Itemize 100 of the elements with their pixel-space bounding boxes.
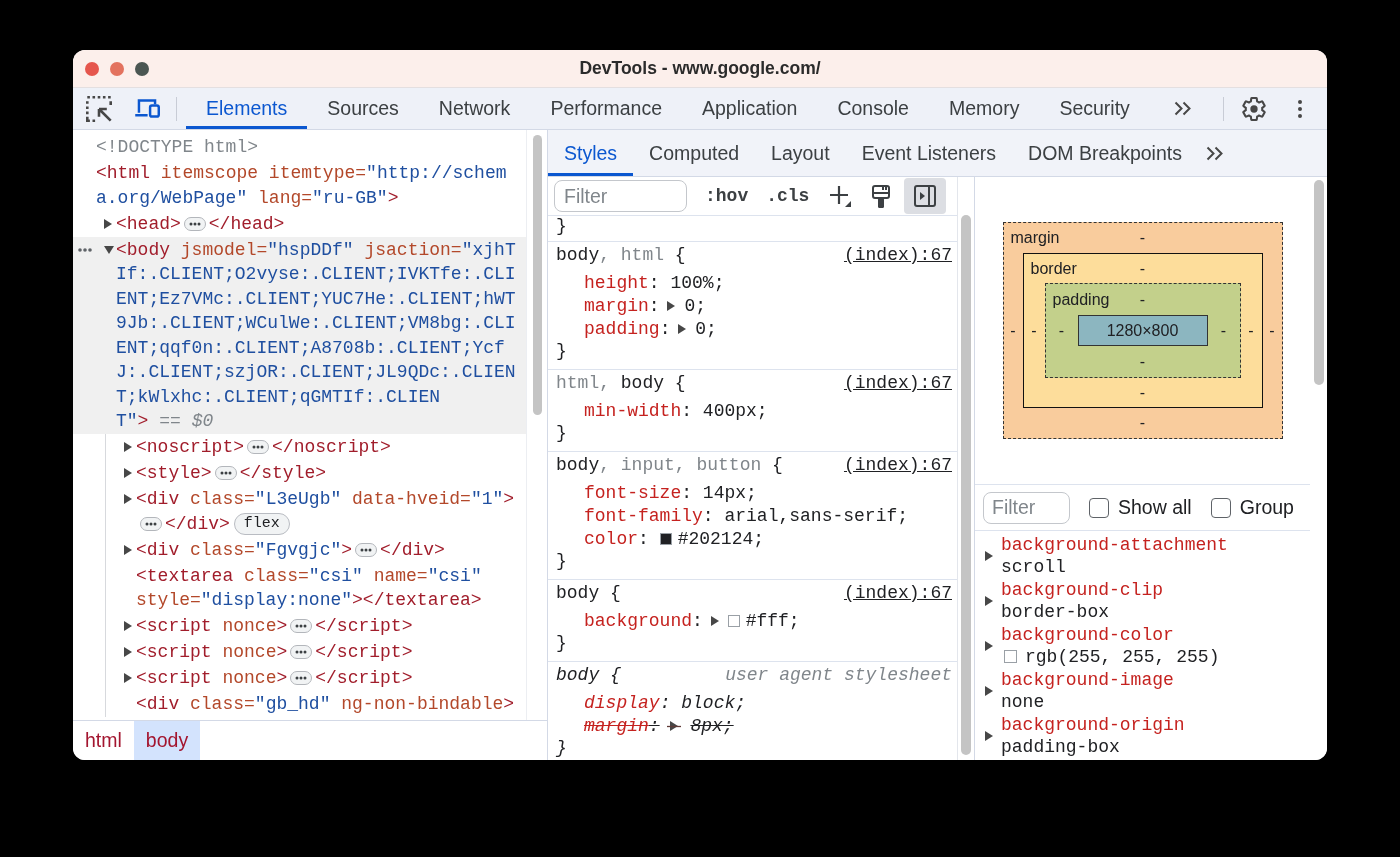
triangle-right-icon[interactable] bbox=[124, 673, 132, 683]
box-value: - bbox=[1031, 321, 1037, 340]
kebab-menu-icon[interactable] bbox=[1298, 99, 1302, 118]
tab[interactable]: Network bbox=[418, 88, 531, 129]
triangle-right-icon[interactable] bbox=[124, 468, 132, 478]
scrollbar-thumb[interactable] bbox=[1313, 180, 1324, 385]
triangle-right-icon[interactable] bbox=[104, 218, 112, 229]
box-value: - bbox=[1139, 414, 1146, 432]
ellipsis-icon[interactable] bbox=[290, 619, 313, 633]
css-property-name: color: bbox=[584, 528, 650, 549]
dom-node-text: <body jsmodel="hspDDf" jsaction="xjhT bbox=[116, 239, 516, 260]
dom-node-text: ENT;qqf0n:.CLIENT;A8708b:.CLIENT;Ycf bbox=[116, 337, 505, 358]
triangle-right-icon[interactable] bbox=[985, 730, 993, 741]
dom-node-text: <!DOCTYPE html> bbox=[96, 137, 259, 157]
tab[interactable]: Layout bbox=[755, 130, 846, 176]
tab[interactable]: Performance bbox=[530, 88, 682, 129]
triangle-right-icon[interactable] bbox=[124, 544, 132, 555]
ellipsis-icon[interactable] bbox=[214, 466, 237, 480]
tab[interactable]: Event Listeners bbox=[845, 130, 1013, 176]
triangle-right-icon[interactable] bbox=[124, 621, 132, 631]
scrollbar-thumb[interactable] bbox=[532, 135, 542, 415]
tab[interactable]: Computed bbox=[633, 130, 756, 176]
breadcrumb[interactable]: body bbox=[133, 721, 201, 760]
filter-field[interactable]: Filter bbox=[983, 491, 1070, 524]
toggle-button[interactable]: .cls bbox=[766, 186, 810, 206]
sidebar-toggle-button[interactable] bbox=[904, 178, 947, 214]
box-value: - bbox=[1139, 352, 1146, 371]
box-value: - bbox=[1248, 321, 1254, 340]
css-property-name: margin: bbox=[584, 715, 661, 736]
dom-node-text: 9Jb:.CLIENT;WCulWe:.CLIENT;VM8bg:.CLI bbox=[116, 313, 516, 333]
checkbox-label: Show all bbox=[1118, 496, 1192, 519]
box-value: - bbox=[1010, 321, 1016, 340]
triangle-right-icon[interactable] bbox=[985, 640, 993, 651]
swatch-icon[interactable] bbox=[1004, 650, 1017, 663]
window-close-icon[interactable] bbox=[85, 61, 99, 76]
css-property-name: display: bbox=[584, 692, 672, 713]
source-link[interactable]: (index):67 bbox=[843, 372, 952, 395]
settings-icon[interactable] bbox=[1242, 96, 1266, 121]
tab[interactable]: DOM Breakpoints bbox=[1012, 130, 1198, 176]
more-dots-icon[interactable] bbox=[78, 247, 92, 252]
computed-property-name: background-color bbox=[1001, 623, 1175, 646]
tab[interactable]: Console bbox=[817, 88, 929, 129]
triangle-right-icon[interactable] bbox=[985, 550, 993, 561]
tab[interactable]: Security bbox=[1039, 88, 1150, 129]
tab[interactable]: Memory bbox=[928, 88, 1040, 129]
checkbox[interactable] bbox=[1210, 497, 1231, 518]
dom-node-text: </div> bbox=[380, 539, 445, 560]
selected-row[interactable] bbox=[73, 236, 526, 434]
breadcrumb[interactable]: html bbox=[73, 721, 134, 760]
css-property-name: background: bbox=[584, 610, 704, 631]
ellipsis-icon[interactable] bbox=[183, 216, 206, 231]
triangle-right-icon[interactable] bbox=[667, 720, 682, 731]
double-chevron-icon[interactable] bbox=[1205, 145, 1223, 161]
plus-icon[interactable] bbox=[829, 185, 852, 207]
triangle-down-icon[interactable] bbox=[104, 245, 114, 254]
source-link[interactable]: (index):67 bbox=[843, 454, 952, 477]
triangle-right-icon[interactable] bbox=[985, 595, 993, 606]
ellipsis-icon[interactable] bbox=[247, 440, 270, 454]
window-zoom-icon[interactable] bbox=[135, 61, 149, 76]
tab[interactable]: Application bbox=[682, 88, 818, 129]
triangle-right-icon[interactable] bbox=[124, 494, 132, 504]
ellipsis-icon[interactable] bbox=[290, 671, 313, 685]
triangle-right-icon[interactable] bbox=[985, 685, 993, 696]
css-property-value: #fff; bbox=[745, 610, 800, 631]
ellipsis-icon[interactable] bbox=[290, 645, 313, 659]
dom-node-text: </script> bbox=[315, 642, 413, 662]
paintbrush-icon[interactable] bbox=[872, 184, 891, 208]
source-link[interactable]: (index):67 bbox=[843, 244, 952, 267]
triangle-right-icon[interactable] bbox=[667, 300, 676, 311]
toggle-button[interactable]: :hov bbox=[705, 186, 749, 206]
triangle-right-icon[interactable] bbox=[124, 647, 132, 657]
dom-node-text: </div> bbox=[165, 513, 230, 534]
ellipsis-icon[interactable] bbox=[140, 516, 162, 531]
triangle-right-icon[interactable] bbox=[678, 323, 687, 334]
dom-node-text: </head> bbox=[208, 213, 285, 234]
layout-badge[interactable]: flex bbox=[233, 512, 290, 535]
window-minimize-icon[interactable] bbox=[110, 61, 124, 76]
dom-node-text: <textarea class="csi" name="csi" bbox=[136, 565, 482, 586]
tab[interactable]: Sources bbox=[307, 88, 419, 129]
computed-property-name: background-image bbox=[1001, 668, 1174, 691]
source-link[interactable]: (index):67 bbox=[843, 582, 952, 605]
window-title: DevTools - www.google.com/ bbox=[579, 58, 821, 78]
swatch-icon[interactable] bbox=[727, 614, 740, 627]
ellipsis-icon[interactable] bbox=[355, 542, 378, 557]
triangle-right-icon[interactable] bbox=[124, 442, 132, 452]
dom-node-text: <div class="gb_hd" ng-non-bindable> bbox=[136, 694, 515, 714]
triangle-right-icon[interactable] bbox=[710, 615, 719, 626]
box-value: - bbox=[1139, 259, 1146, 278]
devices-icon[interactable] bbox=[134, 99, 160, 118]
css-property-value: 0; bbox=[684, 295, 707, 316]
css-brace: } bbox=[556, 550, 567, 573]
double-chevron-icon[interactable] bbox=[1173, 101, 1191, 116]
filter-field[interactable]: Filter bbox=[554, 180, 687, 212]
inspect-icon[interactable] bbox=[86, 95, 112, 122]
dom-node-text: </noscript> bbox=[272, 437, 391, 457]
css-property-name: margin: bbox=[584, 295, 661, 316]
scrollbar-thumb[interactable] bbox=[961, 215, 971, 755]
swatch-icon[interactable] bbox=[659, 532, 672, 545]
css-selector: body, html { bbox=[556, 244, 686, 267]
checkbox[interactable] bbox=[1089, 497, 1109, 518]
